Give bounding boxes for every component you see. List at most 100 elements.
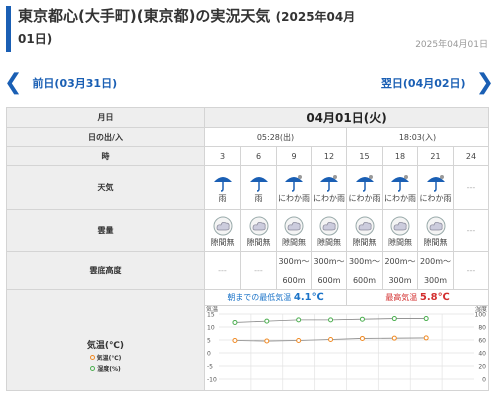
sun-label: 日の出/入	[6, 127, 205, 147]
ceiling-top: ---	[218, 266, 227, 275]
weather-cell: 雨	[204, 165, 241, 210]
weather-text: にわか雨	[384, 193, 416, 203]
y-right-tick: 20	[478, 364, 486, 371]
page-title: 東京都心(大手町)(東京都)の実況天気 (2025年04月 01日)	[18, 6, 398, 50]
cloud-text: 隙間無	[423, 237, 448, 247]
chevron-right-icon[interactable]: ❯	[476, 72, 494, 94]
temp-legend-dot	[89, 354, 95, 360]
weather-cell: にわか雨	[311, 165, 347, 210]
chevron-left-icon[interactable]: ❮	[4, 72, 22, 94]
ceiling-bottom: 300m	[423, 276, 448, 285]
sunset-value: 18:03(入)	[346, 127, 489, 147]
ceiling-bottom: 600m	[352, 276, 377, 285]
ceiling-cell: ---	[453, 251, 489, 290]
month-day-header: 月日	[6, 107, 205, 128]
chart-cell: 朝までの最低気温 4.1℃ 最高気温 5.8℃ 15 10 5 0 -5 -10 100 80…	[204, 289, 489, 391]
umbrella-rain-icon	[249, 176, 268, 192]
y-right-label: 湿度	[475, 306, 487, 313]
cloud-cell: 隙間無	[240, 209, 277, 252]
cloud-cell: 隙間無	[382, 209, 418, 252]
humid-point	[264, 318, 270, 324]
ceiling-top: 300m～	[313, 257, 345, 266]
weather-text: にわか雨	[419, 193, 452, 203]
legend-temp: 気温(℃)	[7, 353, 204, 362]
temp-row: 気温(℃) 気温(℃) 湿度(%) 朝までの最低気温 4.1℃ 最高気温 5.8…	[6, 289, 489, 391]
weather-cell: にわか雨	[276, 165, 312, 210]
legend-humid: 湿度(%)	[7, 364, 204, 373]
day-navigation: ❮ 前日(03月31日) 翌日(04月02日) ❯	[0, 70, 500, 96]
cloud-cover-icon	[355, 216, 374, 235]
title-date-cont: 01日)	[18, 32, 53, 46]
y-right-tick: 80	[478, 325, 486, 332]
cloud-text: 隙間無	[352, 237, 377, 247]
legend-humid-label: 湿度(%)	[97, 365, 121, 373]
minmax-row: 朝までの最低気温 4.1℃ 最高気温 5.8℃	[205, 290, 488, 306]
temp-point	[232, 338, 238, 344]
temp-label-cell: 気温(℃) 気温(℃) 湿度(%)	[6, 289, 205, 391]
cloud-cell: ---	[453, 209, 489, 252]
cloud-cover-icon	[284, 216, 304, 235]
weather-table: 月日 04月01日(火) 日の出/入 05:28(出) 18:03(入) 時 3…	[6, 107, 489, 391]
cloud-cover-icon	[319, 216, 339, 235]
humid-point	[359, 316, 365, 322]
hour-row: 時 3 6 9 12 15 18 21 24	[6, 146, 489, 166]
ceiling-cell: ---	[204, 251, 241, 290]
ceiling-bottom: 600m	[282, 276, 306, 285]
weather-label: 天気	[6, 165, 205, 210]
hour-cell: 6	[240, 146, 277, 166]
temp-label: 気温(℃)	[86, 340, 125, 351]
hour-cell: 18	[382, 146, 418, 166]
ceiling-cell: ---	[240, 251, 277, 290]
y-right-tick: 40	[478, 351, 486, 358]
temp-point	[328, 336, 334, 342]
y-right-tick: 0	[482, 377, 486, 384]
sunrise-value: 05:28(出)	[204, 127, 347, 147]
temp-point	[296, 338, 302, 344]
temp-point	[359, 335, 365, 341]
cloud-text: 隙間無	[246, 237, 271, 247]
y-left-label: 気温	[206, 306, 218, 313]
ceiling-bottom: 600m	[317, 276, 341, 285]
y-left-tick: 0	[207, 351, 211, 358]
ceiling-top: ---	[466, 266, 476, 275]
cloud-cell: 隙間無	[204, 209, 241, 252]
weather-cell: にわか雨	[346, 165, 383, 210]
humid-point	[328, 317, 334, 323]
weather-text: にわか雨	[348, 193, 381, 203]
y-right-tick: 60	[478, 338, 486, 345]
next-day-label[interactable]: 翌日(04月02日)	[381, 75, 466, 91]
cloud-cell: 隙間無	[346, 209, 383, 252]
cloud-text: 隙間無	[317, 237, 341, 247]
humid-point	[423, 316, 429, 322]
cloud-cell: 隙間無	[311, 209, 347, 252]
ceiling-row: 雲底高度 --- --- 300m～ 600m 300m～ 600m 300m～ 60…	[6, 251, 489, 290]
prev-day-label[interactable]: 前日(03月31日)	[32, 75, 117, 91]
min-label: 朝までの最低気温	[227, 293, 292, 302]
ceiling-cell: 200m～ 300m	[417, 251, 454, 290]
cloud-cover-icon	[249, 216, 268, 235]
ceiling-top: ---	[254, 266, 263, 275]
cloud-row: 雲量 隙間無 隙間無 隙間無 隙間無 隙間無 隙間無 隙間無 ---	[6, 209, 489, 252]
umbrella-shower-icon	[285, 174, 303, 192]
weather-text: 雨	[254, 193, 263, 203]
weather-cell: 雨	[240, 165, 277, 210]
y-left-tick: -5	[207, 364, 213, 371]
hour-label: 時	[6, 146, 205, 166]
page-date: 2025年04月01日	[415, 40, 488, 50]
weather-row: 天気 雨 雨 にわか雨 にわか雨 にわか雨 にわか雨 にわか雨 ---	[6, 165, 489, 210]
humid-legend-dot	[90, 365, 96, 371]
next-day-link[interactable]: 翌日(04月02日) ❯	[381, 70, 494, 96]
cloud-cell: 隙間無	[276, 209, 312, 252]
max-label: 最高気温	[385, 293, 418, 302]
ceiling-top: 200m～	[419, 257, 452, 266]
hour-cell: 3	[204, 146, 241, 166]
humid-point	[296, 317, 302, 323]
weather-text: にわか雨	[313, 193, 345, 203]
prev-day-link[interactable]: ❮ 前日(03月31日)	[4, 70, 117, 96]
ceiling-top: 300m～	[348, 257, 381, 266]
max-value: 5.8℃	[419, 292, 450, 303]
temp-point	[391, 335, 397, 341]
min-temp: 朝までの最低気温 4.1℃	[205, 290, 347, 305]
ceiling-cell: 300m～ 600m	[346, 251, 383, 290]
ceiling-label: 雲底高度	[6, 251, 205, 290]
